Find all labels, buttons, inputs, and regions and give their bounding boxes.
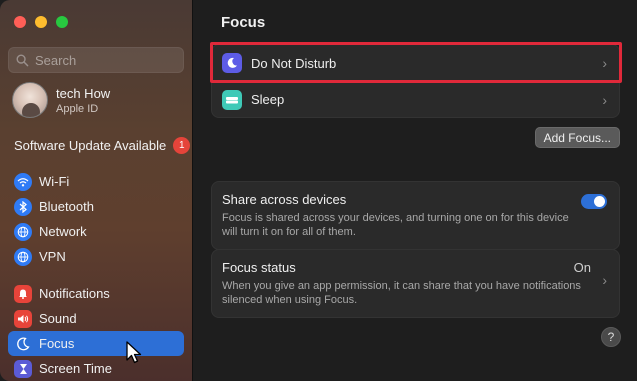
- focus-mode-sleep[interactable]: Sleep ›: [212, 81, 619, 117]
- moon-icon: [222, 53, 242, 73]
- search-input[interactable]: [35, 52, 175, 68]
- sidebar-item-sound[interactable]: Sound: [8, 306, 184, 331]
- sidebar-network-group: Wi-Fi Bluetooth Network VPN: [8, 169, 184, 269]
- sidebar-item-label: VPN: [39, 249, 66, 264]
- account-subtitle: Apple ID: [56, 102, 99, 115]
- focus-status-panel[interactable]: Focus status When you give an app permis…: [211, 249, 620, 318]
- apple-id-account[interactable]: tech How Apple ID: [12, 82, 110, 118]
- software-update-item[interactable]: Software Update Available 1: [14, 137, 191, 154]
- page-title: Focus: [221, 14, 266, 31]
- hourglass-icon: [14, 359, 32, 378]
- sidebar-item-screen-time[interactable]: Screen Time: [8, 356, 184, 381]
- share-title: Share across devices: [222, 192, 347, 207]
- account-name: tech How: [56, 85, 111, 101]
- mouse-cursor-icon: [126, 341, 142, 364]
- wifi-icon: [14, 172, 32, 191]
- sidebar-item-label: Sound: [39, 311, 77, 326]
- chevron-right-icon: ›: [602, 272, 607, 288]
- minimize-window-button[interactable]: [35, 16, 47, 28]
- zoom-window-button[interactable]: [56, 16, 68, 28]
- settings-window: tech How Apple ID Software Update Availa…: [0, 0, 637, 381]
- focus-mode-label: Sleep: [251, 92, 285, 107]
- sidebar-item-focus[interactable]: Focus: [8, 331, 184, 356]
- sidebar-item-label: Notifications: [39, 286, 110, 301]
- sidebar-item-network[interactable]: Network: [8, 219, 184, 244]
- chevron-right-icon: ›: [602, 55, 607, 71]
- share-across-devices-panel: Share across devices Focus is shared acr…: [211, 181, 620, 250]
- close-window-button[interactable]: [14, 16, 26, 28]
- share-toggle[interactable]: [581, 194, 607, 209]
- avatar: [12, 82, 48, 118]
- sidebar-item-label: Bluetooth: [39, 199, 94, 214]
- sidebar-item-label: Focus: [39, 336, 75, 351]
- moon-icon: [14, 335, 32, 353]
- chevron-right-icon: ›: [602, 91, 607, 108]
- main-pane: Focus Do Not Disturb › Sleep › Add Focus…: [193, 0, 637, 381]
- search-field[interactable]: [8, 47, 184, 73]
- bed-icon: [222, 89, 242, 110]
- software-update-label: Software Update Available: [14, 138, 167, 153]
- sidebar-item-label: Network: [39, 224, 87, 239]
- add-focus-button[interactable]: Add Focus...: [534, 127, 620, 148]
- bluetooth-icon: [14, 197, 32, 216]
- bell-icon: [14, 284, 32, 303]
- update-badge: 1: [173, 137, 191, 154]
- focus-mode-do-not-disturb[interactable]: Do Not Disturb ›: [212, 45, 619, 81]
- focus-mode-label: Do Not Disturb: [251, 55, 337, 71]
- focus-status-title: Focus status: [222, 260, 296, 275]
- focus-status-value: On: [573, 260, 591, 275]
- sidebar-item-label: Screen Time: [39, 361, 112, 376]
- vpn-globe-icon: [14, 247, 32, 266]
- speaker-icon: [14, 309, 32, 328]
- search-icon: [16, 54, 29, 66]
- focus-modes-list: Do Not Disturb › Sleep ›: [211, 44, 620, 118]
- sidebar-notifications-group: Notifications Sound Focus Screen Time: [8, 281, 184, 381]
- sidebar-item-vpn[interactable]: VPN: [8, 244, 184, 269]
- window-controls: [14, 16, 68, 28]
- sidebar-item-bluetooth[interactable]: Bluetooth: [8, 194, 184, 219]
- sidebar-item-notifications[interactable]: Notifications: [8, 281, 184, 306]
- sidebar-item-wifi[interactable]: Wi-Fi: [8, 169, 184, 194]
- sidebar-item-label: Wi-Fi: [39, 174, 70, 189]
- share-description: Focus is shared across your devices, and…: [222, 212, 569, 238]
- focus-status-description: When you give an app permission, it can …: [222, 280, 581, 306]
- sidebar: tech How Apple ID Software Update Availa…: [0, 0, 193, 381]
- help-button[interactable]: ?: [601, 327, 621, 347]
- globe-icon: [14, 222, 32, 241]
